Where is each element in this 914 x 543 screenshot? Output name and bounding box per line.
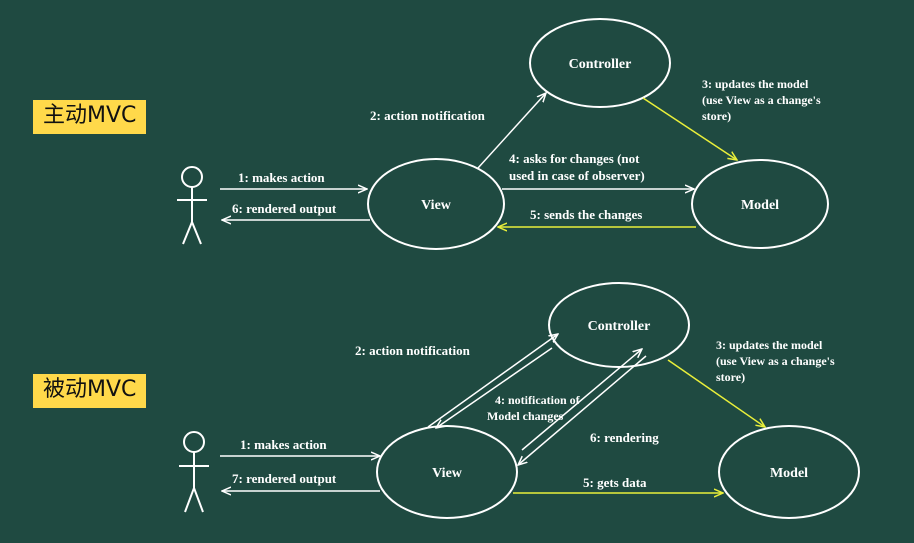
passive-notification-changes-line2: Model changes — [487, 409, 564, 423]
active-model-label: Model — [741, 198, 779, 213]
passive-edge-updates-model: 3: updates the model (use View as a chan… — [667, 338, 835, 427]
active-view-label: View — [421, 198, 452, 213]
passive-edge-gets-data: 5: gets data — [513, 475, 723, 493]
passive-updates-model-line2: (use View as a change's — [716, 354, 835, 368]
passive-view-label: View — [432, 466, 463, 481]
mvc-diagram-stage: 主动MVC 被动MVC Controller View Model 1: mak… — [0, 0, 914, 543]
passive-gets-data-label: 5: gets data — [583, 475, 647, 490]
active-controller-node: Controller — [529, 18, 671, 108]
passive-updates-model-line1: 3: updates the model — [716, 338, 823, 352]
active-asks-changes-line1: 4: asks for changes (not — [509, 151, 640, 166]
passive-model-label: Model — [770, 466, 808, 481]
active-edge-rendered-output: 6: rendered output — [222, 201, 370, 220]
active-updates-model-line1: 3: updates the model — [702, 77, 809, 91]
active-edge-updates-model: 3: updates the model (use View as a chan… — [642, 77, 821, 160]
passive-controller-node: Controller — [548, 282, 690, 368]
passive-action-notification-label: 2: action notification — [355, 343, 471, 358]
mvc-diagram-svg: Controller View Model 1: makes action 6:… — [177, 18, 860, 519]
active-actor-icon — [177, 166, 207, 245]
passive-edge-rendered-output: 7: rendered output — [222, 471, 380, 491]
passive-edge-makes-action: 1: makes action — [220, 437, 380, 456]
active-makes-action-label: 1: makes action — [238, 170, 325, 185]
passive-updates-model-line3: store) — [716, 370, 745, 384]
active-controller-label: Controller — [569, 57, 632, 72]
passive-view-node: View — [376, 425, 518, 519]
active-updates-model-line3: store) — [702, 109, 731, 123]
active-action-notification-label: 2: action notification — [370, 108, 486, 123]
active-updates-model-line2: (use View as a change's — [702, 93, 821, 107]
passive-controller-label: Controller — [588, 319, 651, 334]
passive-rendered-output-label: 7: rendered output — [232, 471, 337, 486]
passive-notification-changes-line1: 4: notification of — [495, 393, 581, 407]
active-edge-asks-changes: 4: asks for changes (not used in case of… — [502, 151, 694, 189]
active-edge-sends-changes: 5: sends the changes — [498, 207, 696, 227]
active-rendered-output-label: 6: rendered output — [232, 201, 337, 216]
active-edge-makes-action: 1: makes action — [220, 170, 367, 189]
passive-actor-icon — [179, 431, 209, 513]
passive-model-node: Model — [718, 425, 860, 519]
active-view-node: View — [367, 158, 505, 250]
passive-rendering-label: 6: rendering — [590, 430, 659, 445]
passive-makes-action-label: 1: makes action — [240, 437, 327, 452]
passive-edge-notification-changes: 4: notification of Model changes — [436, 347, 581, 428]
active-sends-changes-label: 5: sends the changes — [530, 207, 642, 222]
active-asks-changes-line2: used in case of observer) — [509, 168, 645, 183]
active-model-node: Model — [691, 159, 829, 249]
